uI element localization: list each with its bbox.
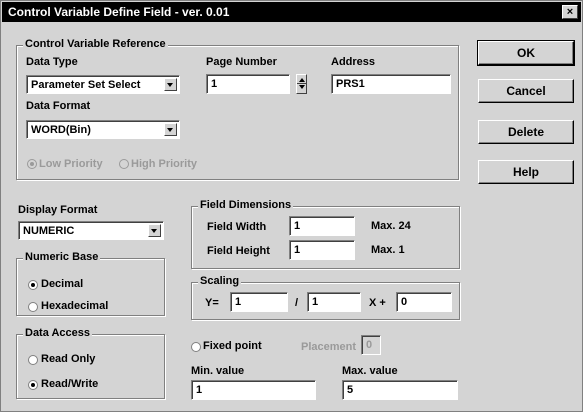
- field-height-input[interactable]: 1: [289, 240, 355, 260]
- page-number-input[interactable]: 1: [206, 74, 290, 94]
- spin-down-icon[interactable]: [299, 85, 305, 89]
- data-format-value: WORD(Bin): [31, 124, 91, 136]
- data-type-label: Data Type: [26, 56, 78, 68]
- data-type-select[interactable]: Parameter Set Select: [26, 75, 180, 94]
- data-type-value: Parameter Set Select: [31, 79, 141, 91]
- high-priority-radio[interactable]: [119, 159, 129, 169]
- low-priority-radio[interactable]: [27, 159, 37, 169]
- spin-up-icon[interactable]: [299, 78, 305, 82]
- help-button[interactable]: Help: [478, 160, 574, 184]
- control-variable-reference-title: Control Variable Reference: [23, 38, 168, 50]
- window-title: Control Variable Define Field - ver. 0.0…: [8, 5, 230, 19]
- max-value-label: Max. value: [342, 365, 398, 377]
- low-priority-label: Low Priority: [39, 158, 103, 170]
- field-height-label: Field Height: [207, 245, 270, 257]
- display-format-value: NUMERIC: [23, 225, 75, 237]
- decimal-radio[interactable]: [28, 280, 38, 290]
- dialog-window: Control Variable Define Field - ver. 0.0…: [0, 0, 583, 412]
- read-write-radio[interactable]: [28, 380, 38, 390]
- placement-label: Placement: [301, 341, 357, 353]
- spin-divider: [297, 83, 306, 84]
- scaling-title: Scaling: [198, 275, 242, 287]
- page-number-spinner[interactable]: [296, 74, 307, 94]
- display-format-label: Display Format: [18, 204, 98, 216]
- numeric-base-title: Numeric Base: [23, 251, 101, 263]
- ok-button[interactable]: OK: [477, 40, 575, 66]
- scaling-offset-input[interactable]: 0: [396, 292, 452, 312]
- read-write-label: Read/Write: [41, 378, 99, 390]
- chevron-down-icon[interactable]: [164, 78, 177, 91]
- fixed-point-label: Fixed point: [203, 340, 262, 352]
- cancel-button[interactable]: Cancel: [478, 79, 574, 103]
- decimal-label: Decimal: [41, 278, 84, 290]
- title-bar: Control Variable Define Field - ver. 0.0…: [2, 2, 581, 22]
- hexadecimal-radio[interactable]: [28, 302, 38, 312]
- field-height-max: Max. 1: [371, 244, 405, 256]
- min-value-label: Min. value: [191, 365, 245, 377]
- read-only-radio[interactable]: [28, 355, 38, 365]
- min-value-input[interactable]: 1: [191, 380, 316, 400]
- read-only-label: Read Only: [41, 353, 96, 365]
- delete-button[interactable]: Delete: [478, 120, 574, 144]
- field-width-input[interactable]: 1: [289, 216, 355, 236]
- scaling-y-label: Y=: [205, 297, 219, 309]
- display-format-select[interactable]: NUMERIC: [18, 221, 164, 240]
- scaling-slash: /: [295, 297, 299, 309]
- data-format-label: Data Format: [26, 100, 91, 112]
- field-dimensions-title: Field Dimensions: [198, 199, 294, 211]
- placement-input: 0: [361, 335, 381, 355]
- page-number-label: Page Number: [206, 56, 277, 68]
- close-button[interactable]: ×: [562, 5, 578, 19]
- address-label: Address: [331, 56, 376, 68]
- data-format-select[interactable]: WORD(Bin): [26, 120, 180, 139]
- chevron-down-icon[interactable]: [148, 224, 161, 237]
- fixed-point-radio[interactable]: [191, 342, 201, 352]
- scaling-numerator-input[interactable]: 1: [230, 292, 288, 312]
- chevron-down-icon[interactable]: [164, 123, 177, 136]
- address-input[interactable]: PRS1: [331, 74, 451, 94]
- max-value-input[interactable]: 5: [342, 380, 458, 400]
- scaling-denominator-input[interactable]: 1: [307, 292, 361, 312]
- data-access-title: Data Access: [23, 327, 93, 339]
- field-width-label: Field Width: [207, 221, 267, 233]
- scaling-x-label: X +: [369, 297, 386, 309]
- hexadecimal-label: Hexadecimal: [41, 300, 109, 312]
- high-priority-label: High Priority: [131, 158, 198, 170]
- field-width-max: Max. 24: [371, 220, 411, 232]
